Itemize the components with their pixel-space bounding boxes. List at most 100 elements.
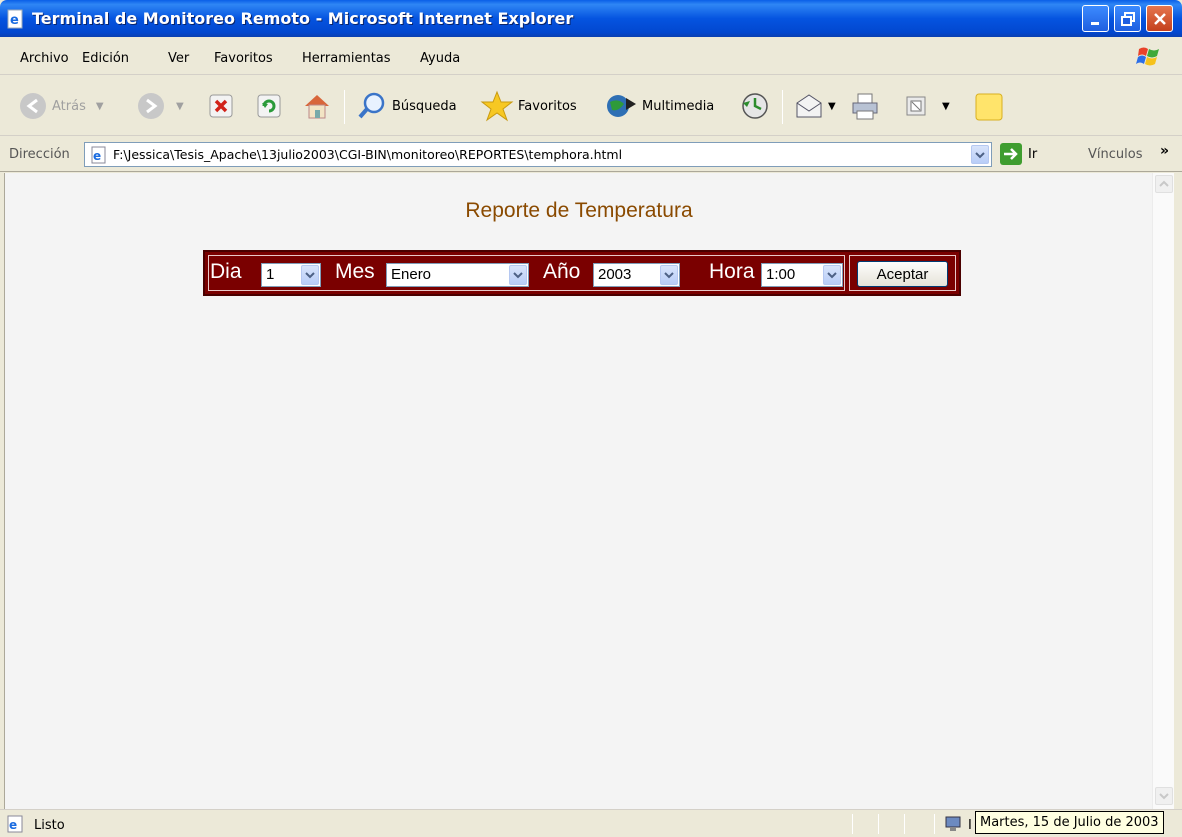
chevron-right-icon[interactable]: » bbox=[1160, 143, 1169, 159]
menu-herramientas[interactable]: Herramientas bbox=[302, 51, 391, 66]
page-content: Reporte de Temperatura Dia 1 Mes Enero A… bbox=[4, 173, 1152, 809]
menu-archivo[interactable]: Archivo bbox=[20, 51, 69, 66]
menu-ayuda[interactable]: Ayuda bbox=[420, 51, 460, 66]
sticky-note-icon bbox=[975, 93, 1003, 121]
address-bar: Dirección e F:\Jessica\Tesis_Apache\13ju… bbox=[0, 137, 1182, 172]
date-tooltip: Martes, 15 de Julio de 2003 bbox=[975, 811, 1164, 834]
page-icon: e bbox=[91, 146, 106, 164]
status-separator bbox=[934, 814, 935, 834]
print-button[interactable] bbox=[850, 89, 880, 123]
window-title: Terminal de Monitoreo Remoto - Microsoft… bbox=[32, 9, 574, 28]
address-input[interactable]: e F:\Jessica\Tesis_Apache\13julio2003\CG… bbox=[84, 142, 992, 167]
year-dropdown-button[interactable] bbox=[660, 265, 678, 285]
hour-select[interactable]: 1:00 bbox=[761, 263, 843, 287]
address-label: Dirección bbox=[9, 147, 70, 162]
stop-button[interactable] bbox=[208, 89, 234, 123]
status-separator bbox=[904, 814, 905, 834]
day-label: Dia bbox=[210, 260, 242, 283]
refresh-icon bbox=[257, 94, 281, 118]
forward-dropdown-icon: ▼ bbox=[176, 100, 184, 112]
window-frame-right bbox=[1174, 173, 1182, 809]
scroll-up-button[interactable] bbox=[1155, 175, 1173, 193]
ie-page-icon: e bbox=[7, 815, 23, 833]
toolbar-separator bbox=[782, 90, 783, 124]
status-text: Listo bbox=[34, 818, 65, 833]
printer-icon bbox=[852, 93, 878, 120]
menu-ver[interactable]: Ver bbox=[168, 51, 189, 66]
svg-text:e: e bbox=[10, 13, 19, 28]
chevron-down-icon bbox=[513, 272, 523, 279]
svg-text:e: e bbox=[9, 818, 17, 832]
search-icon bbox=[358, 92, 385, 119]
form-button-cell: Aceptar bbox=[849, 255, 956, 291]
toolbar: Atrás ▼ ▼ Búsqueda Favoritos Multimedia … bbox=[0, 76, 1182, 136]
minimize-button[interactable] bbox=[1082, 5, 1109, 32]
search-button[interactable]: Búsqueda bbox=[356, 89, 457, 123]
hour-dropdown-button[interactable] bbox=[823, 265, 841, 285]
mail-icon bbox=[796, 94, 822, 118]
chevron-down-icon bbox=[1159, 793, 1169, 800]
home-button[interactable] bbox=[302, 89, 332, 123]
address-dropdown-button[interactable] bbox=[971, 145, 989, 164]
svg-text:e: e bbox=[93, 149, 101, 163]
history-icon bbox=[742, 93, 768, 119]
toolbar-separator bbox=[344, 90, 345, 124]
page-title: Reporte de Temperatura bbox=[465, 199, 693, 222]
edit-icon bbox=[906, 96, 926, 116]
edit-dropdown-icon: ▼ bbox=[942, 100, 950, 112]
vertical-scrollbar[interactable] bbox=[1152, 173, 1174, 809]
mail-button[interactable]: ▼ bbox=[794, 89, 836, 123]
year-label: Año bbox=[543, 260, 581, 283]
status-separator bbox=[852, 814, 853, 834]
close-button[interactable] bbox=[1146, 5, 1173, 32]
forward-button[interactable]: ▼ bbox=[136, 89, 184, 123]
hour-label: Hora bbox=[709, 260, 755, 283]
chevron-down-icon bbox=[664, 272, 674, 279]
restore-icon bbox=[1120, 11, 1135, 26]
year-select[interactable]: 2003 bbox=[593, 263, 680, 287]
media-button[interactable]: Multimedia bbox=[604, 89, 714, 123]
scroll-down-button[interactable] bbox=[1155, 787, 1173, 805]
report-form: Dia 1 Mes Enero Año 2003 Hora 1:00 Acept… bbox=[203, 250, 961, 296]
back-button[interactable]: Atrás ▼ bbox=[18, 89, 104, 123]
chevron-up-icon bbox=[1159, 180, 1169, 187]
menu-favoritos[interactable]: Favoritos bbox=[214, 51, 273, 66]
links-label[interactable]: Vínculos bbox=[1088, 147, 1142, 162]
zone-text: I bbox=[968, 818, 972, 833]
ie-page-icon: e bbox=[7, 9, 23, 29]
favorites-button[interactable]: Favoritos bbox=[480, 89, 577, 123]
windows-logo-icon bbox=[1136, 47, 1159, 66]
address-url: F:\Jessica\Tesis_Apache\13julio2003\CGI-… bbox=[113, 147, 623, 162]
back-arrow-icon bbox=[20, 93, 46, 119]
star-icon bbox=[480, 90, 514, 122]
chevron-down-icon bbox=[305, 272, 315, 279]
notes-button[interactable] bbox=[972, 89, 1004, 123]
month-label: Mes bbox=[335, 260, 375, 283]
home-icon bbox=[305, 95, 329, 119]
menu-bar: Archivo Edición Ver Favoritos Herramient… bbox=[0, 37, 1182, 75]
stop-icon bbox=[209, 94, 233, 118]
forward-arrow-icon bbox=[138, 93, 164, 119]
close-icon bbox=[1153, 12, 1166, 25]
day-select[interactable]: 1 bbox=[261, 263, 321, 287]
edit-button[interactable]: ▼ bbox=[904, 89, 950, 123]
history-button[interactable] bbox=[740, 89, 770, 123]
back-dropdown-icon: ▼ bbox=[95, 100, 104, 112]
accept-button[interactable]: Aceptar bbox=[857, 261, 948, 287]
restore-button[interactable] bbox=[1114, 5, 1141, 32]
media-globe-icon bbox=[607, 95, 636, 117]
go-button[interactable]: Ir bbox=[1000, 143, 1037, 165]
month-dropdown-button[interactable] bbox=[509, 265, 527, 285]
title-bar: e Terminal de Monitoreo Remoto - Microso… bbox=[0, 0, 1182, 37]
chevron-down-icon bbox=[827, 272, 837, 279]
menu-edicion[interactable]: Edición bbox=[82, 51, 129, 66]
status-separator bbox=[878, 814, 879, 834]
form-fields-cell: Dia 1 Mes Enero Año 2003 Hora 1:00 bbox=[208, 255, 845, 291]
day-dropdown-button[interactable] bbox=[301, 265, 319, 285]
month-select[interactable]: Enero bbox=[386, 263, 529, 287]
refresh-button[interactable] bbox=[256, 89, 282, 123]
go-arrow-icon bbox=[1000, 143, 1022, 165]
computer-zone-icon bbox=[945, 816, 961, 831]
mail-dropdown-icon: ▼ bbox=[828, 100, 836, 112]
chevron-down-icon bbox=[975, 151, 985, 158]
